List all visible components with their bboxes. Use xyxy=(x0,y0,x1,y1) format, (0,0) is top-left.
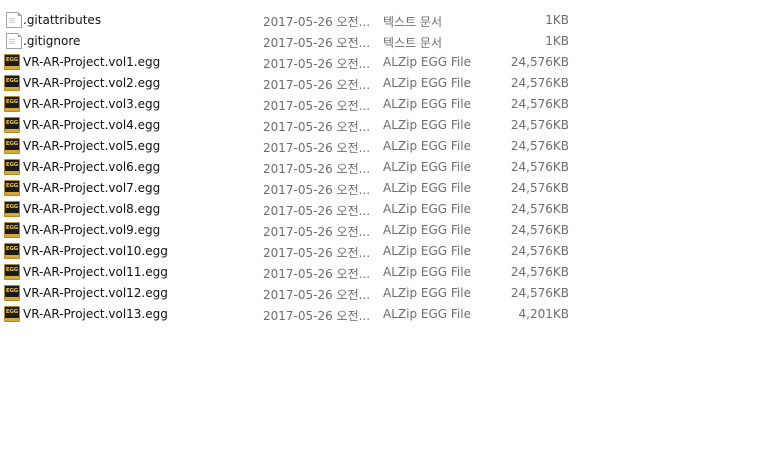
file-type: ALZip EGG File xyxy=(383,307,471,321)
file-name: VR-AR-Project.vol7.egg xyxy=(23,181,161,195)
file-date: 2017-05-26 오전... xyxy=(263,120,371,134)
file-date: 2017-05-26 오전... xyxy=(263,204,371,218)
text-document-icon xyxy=(6,12,22,28)
file-type: ALZip EGG File xyxy=(383,286,471,300)
file-date: 2017-05-26 오전... xyxy=(263,246,371,260)
file-row[interactable]: .gitattributes 2017-05-26 오전... 텍스트 문서 1… xyxy=(0,10,590,31)
file-type: ALZip EGG File xyxy=(383,97,471,111)
file-name: VR-AR-Project.vol13.egg xyxy=(23,307,168,321)
file-type: ALZip EGG File xyxy=(383,181,471,195)
file-type: ALZip EGG File xyxy=(383,202,471,216)
file-row[interactable]: VR-AR-Project.vol7.egg 2017-05-26 오전... … xyxy=(0,178,590,199)
file-name: VR-AR-Project.vol9.egg xyxy=(23,223,161,237)
file-size: 24,576KB xyxy=(510,265,569,279)
file-date: 2017-05-26 오전... xyxy=(263,78,371,92)
file-type: ALZip EGG File xyxy=(383,244,471,258)
egg-archive-icon xyxy=(4,285,20,301)
egg-archive-icon xyxy=(4,264,20,280)
file-date: 2017-05-26 오전... xyxy=(263,36,371,50)
file-type: ALZip EGG File xyxy=(383,55,471,69)
file-size: 24,576KB xyxy=(510,76,569,90)
file-size: 24,576KB xyxy=(510,223,569,237)
file-date: 2017-05-26 오전... xyxy=(263,141,371,155)
file-size: 1KB xyxy=(545,34,569,48)
file-size: 24,576KB xyxy=(510,244,569,258)
file-type: ALZip EGG File xyxy=(383,76,471,90)
file-row[interactable]: VR-AR-Project.vol10.egg 2017-05-26 오전...… xyxy=(0,241,590,262)
file-row[interactable]: VR-AR-Project.vol5.egg 2017-05-26 오전... … xyxy=(0,136,590,157)
file-date: 2017-05-26 오전... xyxy=(263,309,371,323)
file-type: 텍스트 문서 xyxy=(383,36,443,50)
file-name: VR-AR-Project.vol5.egg xyxy=(23,139,161,153)
egg-archive-icon xyxy=(4,54,20,70)
file-type: 텍스트 문서 xyxy=(383,15,443,29)
file-date: 2017-05-26 오전... xyxy=(263,267,371,281)
file-date: 2017-05-26 오전... xyxy=(263,162,371,176)
egg-archive-icon xyxy=(4,159,20,175)
file-name: .gitignore xyxy=(23,34,81,48)
file-type: ALZip EGG File xyxy=(383,118,471,132)
file-type: ALZip EGG File xyxy=(383,265,471,279)
file-row[interactable]: VR-AR-Project.vol6.egg 2017-05-26 오전... … xyxy=(0,157,590,178)
file-row[interactable]: VR-AR-Project.vol13.egg 2017-05-26 오전...… xyxy=(0,304,590,325)
file-type: ALZip EGG File xyxy=(383,223,471,237)
file-size: 24,576KB xyxy=(510,181,569,195)
egg-archive-icon xyxy=(4,96,20,112)
file-type: ALZip EGG File xyxy=(383,160,471,174)
file-size: 4,201KB xyxy=(518,307,569,321)
file-row[interactable]: VR-AR-Project.vol12.egg 2017-05-26 오전...… xyxy=(0,283,590,304)
egg-archive-icon xyxy=(4,201,20,217)
file-size: 24,576KB xyxy=(510,139,569,153)
file-size: 24,576KB xyxy=(510,118,569,132)
file-name: VR-AR-Project.vol2.egg xyxy=(23,76,161,90)
text-document-icon xyxy=(6,33,22,49)
egg-archive-icon xyxy=(4,243,20,259)
file-row[interactable]: VR-AR-Project.vol9.egg 2017-05-26 오전... … xyxy=(0,220,590,241)
file-type: ALZip EGG File xyxy=(383,139,471,153)
file-name: VR-AR-Project.vol6.egg xyxy=(23,160,161,174)
file-name: VR-AR-Project.vol10.egg xyxy=(23,244,168,258)
file-date: 2017-05-26 오전... xyxy=(263,99,371,113)
egg-archive-icon xyxy=(4,75,20,91)
egg-archive-icon xyxy=(4,117,20,133)
file-size: 1KB xyxy=(545,13,569,27)
egg-archive-icon xyxy=(4,138,20,154)
file-row[interactable]: VR-AR-Project.vol4.egg 2017-05-26 오전... … xyxy=(0,115,590,136)
file-date: 2017-05-26 오전... xyxy=(263,288,371,302)
file-size: 24,576KB xyxy=(510,202,569,216)
file-date: 2017-05-26 오전... xyxy=(263,183,371,197)
file-row[interactable]: VR-AR-Project.vol3.egg 2017-05-26 오전... … xyxy=(0,94,590,115)
file-date: 2017-05-26 오전... xyxy=(263,225,371,239)
file-size: 24,576KB xyxy=(510,55,569,69)
file-size: 24,576KB xyxy=(510,286,569,300)
file-name: VR-AR-Project.vol4.egg xyxy=(23,118,161,132)
file-name: VR-AR-Project.vol1.egg xyxy=(23,55,161,69)
egg-archive-icon xyxy=(4,180,20,196)
file-name: VR-AR-Project.vol3.egg xyxy=(23,97,161,111)
file-date: 2017-05-26 오전... xyxy=(263,57,371,71)
file-name: VR-AR-Project.vol12.egg xyxy=(23,286,168,300)
file-row[interactable]: VR-AR-Project.vol11.egg 2017-05-26 오전...… xyxy=(0,262,590,283)
file-name: VR-AR-Project.vol8.egg xyxy=(23,202,161,216)
file-list: .gitattributes 2017-05-26 오전... 텍스트 문서 1… xyxy=(0,10,784,325)
file-row[interactable]: VR-AR-Project.vol2.egg 2017-05-26 오전... … xyxy=(0,73,590,94)
file-row[interactable]: VR-AR-Project.vol8.egg 2017-05-26 오전... … xyxy=(0,199,590,220)
file-date: 2017-05-26 오전... xyxy=(263,15,371,29)
file-name: .gitattributes xyxy=(23,13,102,27)
egg-archive-icon xyxy=(4,306,20,322)
file-size: 24,576KB xyxy=(510,97,569,111)
file-name: VR-AR-Project.vol11.egg xyxy=(23,265,168,279)
file-row[interactable]: VR-AR-Project.vol1.egg 2017-05-26 오전... … xyxy=(0,52,590,73)
file-row[interactable]: .gitignore 2017-05-26 오전... 텍스트 문서 1KB xyxy=(0,31,590,52)
file-size: 24,576KB xyxy=(510,160,569,174)
egg-archive-icon xyxy=(4,222,20,238)
